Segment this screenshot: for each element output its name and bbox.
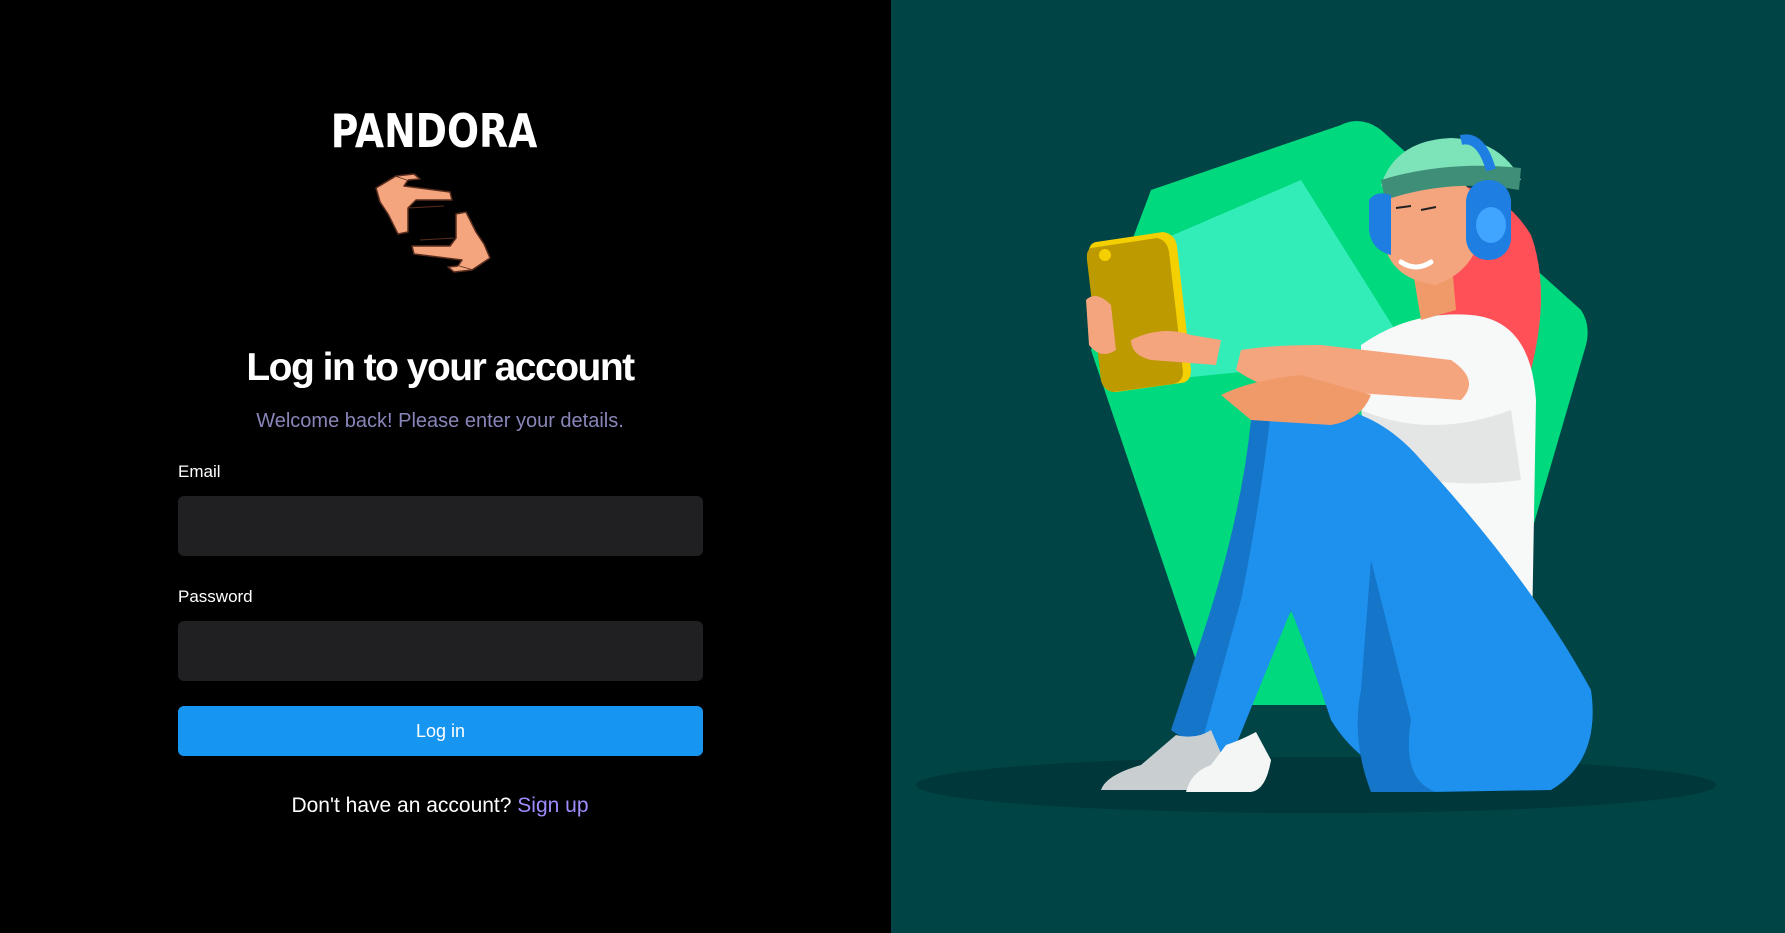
- login-panel: PANDORA Log in to your account Welcome b…: [0, 0, 891, 933]
- email-field[interactable]: [178, 496, 703, 556]
- email-label: Email: [178, 462, 221, 481]
- framing-hands-icon: [375, 173, 491, 273]
- signup-row: Don't have an account? Sign up: [0, 794, 880, 818]
- password-field[interactable]: [178, 621, 703, 681]
- signup-link[interactable]: Sign up: [517, 794, 588, 817]
- person-with-phone-and-headphones-illustration: [916, 121, 1716, 813]
- page-subtitle: Welcome back! Please enter your details.: [256, 410, 624, 432]
- brand-logo-text: PANDORA: [330, 104, 538, 158]
- illustration-panel: [891, 0, 1785, 933]
- login-button[interactable]: Log in: [178, 706, 703, 756]
- signup-prompt: Don't have an account?: [291, 794, 512, 817]
- password-label: Password: [178, 587, 253, 606]
- page-title: Log in to your account: [246, 346, 635, 389]
